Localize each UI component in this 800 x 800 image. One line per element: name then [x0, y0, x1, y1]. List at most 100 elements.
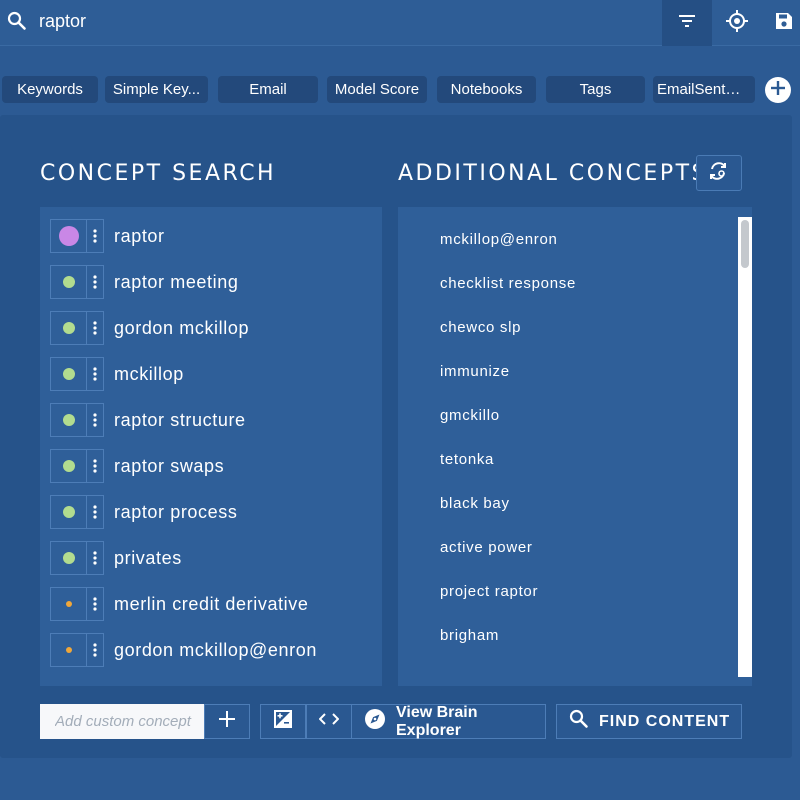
- concept-label: merlin credit derivative: [114, 594, 309, 614]
- concept-label: mckillop: [114, 364, 184, 384]
- code-icon: [318, 712, 340, 731]
- concept-color-swatch[interactable]: [50, 495, 87, 529]
- color-dot: [62, 276, 75, 288]
- color-dot: [62, 414, 75, 426]
- additional-concept-item[interactable]: immunize: [440, 363, 510, 380]
- color-dot: [62, 368, 75, 380]
- view-brain-explorer-label: View Brain Explorer: [396, 703, 478, 739]
- concept-color-swatch[interactable]: [50, 587, 87, 621]
- concept-color-swatch[interactable]: [50, 403, 87, 437]
- concept-color-swatch[interactable]: [50, 357, 87, 391]
- concept-search-heading: CONCEPT SEARCH: [40, 161, 277, 186]
- color-dot: [65, 647, 72, 653]
- concept-row[interactable]: raptor swaps: [50, 449, 380, 483]
- search-icon: [7, 11, 27, 31]
- tab-keywords[interactable]: Keywords: [2, 76, 98, 103]
- concept-row[interactable]: gordon mckillop@enron: [50, 633, 380, 667]
- save-icon: [775, 12, 793, 35]
- concept-menu-button[interactable]: [87, 403, 104, 437]
- additional-concept-item[interactable]: gmckillo: [440, 407, 500, 424]
- concept-label: privates: [114, 548, 182, 568]
- concept-row[interactable]: raptor meeting: [50, 265, 380, 299]
- filter-button[interactable]: [662, 0, 712, 46]
- additional-concepts-list: mckillop@enron checklist response chewco…: [398, 207, 752, 686]
- concept-row[interactable]: merlin credit derivative: [50, 587, 380, 621]
- search-icon: [569, 709, 589, 734]
- concept-menu-button[interactable]: [87, 587, 104, 621]
- image-adjust-icon: [274, 710, 292, 733]
- concept-color-swatch[interactable]: [50, 541, 87, 575]
- additional-concept-item[interactable]: black bay: [440, 495, 510, 512]
- additional-concept-item[interactable]: chewco slp: [440, 319, 521, 336]
- concept-label: raptor meeting: [114, 272, 239, 292]
- crosshair-icon: [726, 9, 748, 37]
- additional-concept-item[interactable]: project raptor: [440, 583, 538, 600]
- concept-color-swatch[interactable]: [50, 633, 87, 667]
- concept-label: raptor structure: [114, 410, 246, 430]
- concept-label: gordon mckillop: [114, 318, 250, 338]
- concept-label: gordon mckillop@enron: [114, 640, 317, 660]
- color-dot: [62, 322, 75, 334]
- save-button[interactable]: [768, 0, 800, 46]
- tab-model-score[interactable]: Model Score: [327, 76, 427, 103]
- concept-menu-button[interactable]: [87, 357, 104, 391]
- concept-label: raptor process: [114, 502, 238, 522]
- color-dot: [65, 601, 72, 607]
- concept-list: raptor raptor meeting gordon mckillop mc…: [40, 207, 382, 686]
- tab-simple-keywords[interactable]: Simple Key...: [105, 76, 208, 103]
- concept-row[interactable]: privates: [50, 541, 380, 575]
- concept-menu-button[interactable]: [87, 311, 104, 345]
- custom-concept-input[interactable]: [40, 704, 204, 739]
- tab-email-sent-date[interactable]: EmailSentDa...: [653, 76, 755, 103]
- find-content-label: FIND CONTENT: [599, 712, 731, 730]
- additional-concept-item[interactable]: mckillop@enron: [440, 231, 558, 248]
- refresh-button[interactable]: [696, 155, 742, 191]
- search-query[interactable]: raptor: [39, 11, 86, 32]
- concept-menu-button[interactable]: [87, 495, 104, 529]
- concept-menu-button[interactable]: [87, 633, 104, 667]
- view-brain-explorer-button[interactable]: View Brain Explorer: [351, 704, 546, 739]
- find-content-button[interactable]: FIND CONTENT: [556, 704, 742, 739]
- color-dot: [62, 460, 75, 472]
- additional-concept-item[interactable]: checklist response: [440, 275, 576, 292]
- search-bar[interactable]: raptor: [0, 0, 800, 46]
- concept-row[interactable]: raptor structure: [50, 403, 380, 437]
- concept-row[interactable]: raptor: [50, 219, 380, 253]
- concept-color-swatch[interactable]: [50, 219, 87, 253]
- additional-concepts-heading: ADDITIONAL CONCEPTS: [398, 161, 708, 186]
- crosshair-button[interactable]: [718, 0, 756, 46]
- filter-icon: [679, 14, 695, 32]
- color-dot: [58, 226, 79, 246]
- concept-color-swatch[interactable]: [50, 311, 87, 345]
- additional-concept-item[interactable]: brigham: [440, 627, 499, 644]
- concept-row[interactable]: gordon mckillop: [50, 311, 380, 345]
- scrollbar-thumb[interactable]: [741, 220, 749, 268]
- tab-notebooks[interactable]: Notebooks: [437, 76, 536, 103]
- add-tab-button[interactable]: [765, 77, 791, 103]
- concept-menu-button[interactable]: [87, 265, 104, 299]
- color-dot: [62, 506, 75, 518]
- additional-concept-item[interactable]: active power: [440, 539, 533, 556]
- tab-tags[interactable]: Tags: [546, 76, 645, 103]
- facet-tabs: Keywords Simple Key... Email Model Score…: [0, 76, 800, 104]
- compass-icon: [364, 708, 386, 735]
- tab-email[interactable]: Email: [218, 76, 318, 103]
- concept-row[interactable]: mckillop: [50, 357, 380, 391]
- concept-label: raptor: [114, 226, 165, 246]
- scrollbar-track[interactable]: [738, 217, 752, 677]
- concept-row[interactable]: raptor process: [50, 495, 380, 529]
- concept-color-swatch[interactable]: [50, 449, 87, 483]
- concept-menu-button[interactable]: [87, 541, 104, 575]
- code-button[interactable]: [306, 704, 352, 739]
- plus-icon: [219, 711, 235, 732]
- plus-icon: [771, 80, 785, 100]
- concept-label: raptor swaps: [114, 456, 225, 476]
- concept-menu-button[interactable]: [87, 219, 104, 253]
- add-concept-button[interactable]: [204, 704, 250, 739]
- image-adjust-button[interactable]: [260, 704, 306, 739]
- color-dot: [62, 552, 75, 564]
- refresh-icon: [709, 161, 729, 186]
- concept-menu-button[interactable]: [87, 449, 104, 483]
- additional-concept-item[interactable]: tetonka: [440, 451, 494, 468]
- concept-color-swatch[interactable]: [50, 265, 87, 299]
